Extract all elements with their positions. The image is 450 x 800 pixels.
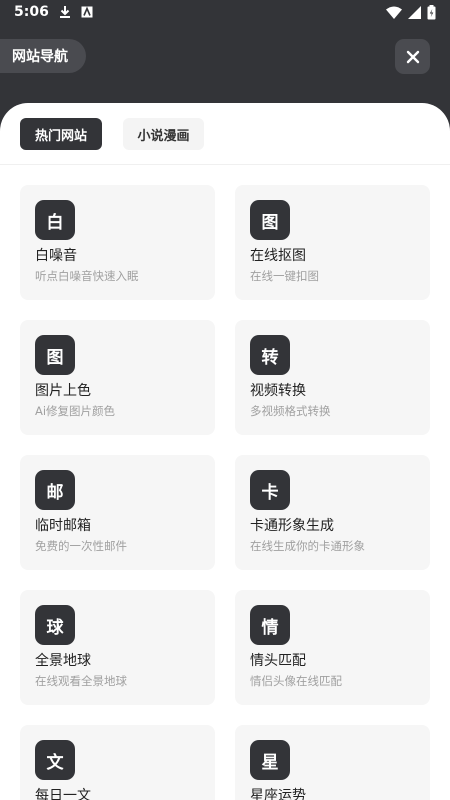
card-title: 图片上色 <box>35 383 91 399</box>
signal-icon <box>408 5 421 19</box>
card-desc: 多视频格式转换 <box>250 404 331 418</box>
couple-avatar-icon: 情 <box>250 605 290 645</box>
card-title: 视频转换 <box>250 383 306 399</box>
card-panorama-earth[interactable]: 球 全景地球 在线观看全景地球 <box>20 590 215 705</box>
panorama-earth-icon: 球 <box>35 605 75 645</box>
card-daily-article[interactable]: 文 每日一文 <box>20 725 215 800</box>
card-online-cutout[interactable]: 图 在线抠图 在线一键扣图 <box>235 185 430 300</box>
status-bar: 5:06 <box>0 0 450 24</box>
download-icon <box>59 5 71 19</box>
status-time: 5:06 <box>14 4 49 20</box>
status-right <box>386 4 436 20</box>
image-colorize-icon: 图 <box>35 335 75 375</box>
card-white-noise[interactable]: 白 白噪音 听点白噪音快速入眠 <box>20 185 215 300</box>
site-grid: 白 白噪音 听点白噪音快速入眠 图 在线抠图 在线一键扣图 图 图片上色 Ai修… <box>0 103 450 800</box>
card-title: 星座运势 <box>250 788 306 800</box>
white-noise-icon: 白 <box>35 200 75 240</box>
card-desc: 在线观看全景地球 <box>35 674 127 688</box>
card-cartoon-avatar[interactable]: 卡 卡通形象生成 在线生成你的卡通形象 <box>235 455 430 570</box>
card-desc: 听点白噪音快速入眠 <box>35 269 139 283</box>
card-title: 白噪音 <box>35 248 77 264</box>
bottom-sheet: 热门网站 小说漫画 白 白噪音 听点白噪音快速入眠 图 在线抠图 在线一键扣图 … <box>0 103 450 800</box>
card-video-convert[interactable]: 转 视频转换 多视频格式转换 <box>235 320 430 435</box>
temp-email-icon: 邮 <box>35 470 75 510</box>
close-button[interactable] <box>395 39 430 74</box>
battery-icon <box>427 4 436 20</box>
video-convert-icon: 转 <box>250 335 290 375</box>
card-title: 情头匹配 <box>250 653 306 669</box>
card-desc: Ai修复图片颜色 <box>35 404 116 418</box>
card-title: 临时邮箱 <box>35 518 91 534</box>
card-image-colorize[interactable]: 图 图片上色 Ai修复图片颜色 <box>20 320 215 435</box>
card-temp-email[interactable]: 邮 临时邮箱 免费的一次性邮件 <box>20 455 215 570</box>
card-desc: 情侣头像在线匹配 <box>250 674 342 688</box>
cartoon-avatar-icon: 卡 <box>250 470 290 510</box>
card-title: 卡通形象生成 <box>250 518 334 534</box>
status-left: 5:06 <box>14 4 93 20</box>
card-desc: 在线一键扣图 <box>250 269 319 283</box>
close-icon <box>406 50 420 64</box>
card-horoscope[interactable]: 星 星座运势 <box>235 725 430 800</box>
card-desc: 免费的一次性邮件 <box>35 539 127 553</box>
card-title: 每日一文 <box>35 788 91 800</box>
horoscope-icon: 星 <box>250 740 290 780</box>
a-badge-icon <box>81 6 93 18</box>
daily-article-icon: 文 <box>35 740 75 780</box>
card-couple-avatar[interactable]: 情 情头匹配 情侣头像在线匹配 <box>235 590 430 705</box>
wifi-icon <box>386 6 402 19</box>
card-title: 在线抠图 <box>250 248 306 264</box>
card-desc: 在线生成你的卡通形象 <box>250 539 365 553</box>
site-navigation-label[interactable]: 网站导航 <box>0 39 86 73</box>
card-title: 全景地球 <box>35 653 91 669</box>
online-cutout-icon: 图 <box>250 200 290 240</box>
